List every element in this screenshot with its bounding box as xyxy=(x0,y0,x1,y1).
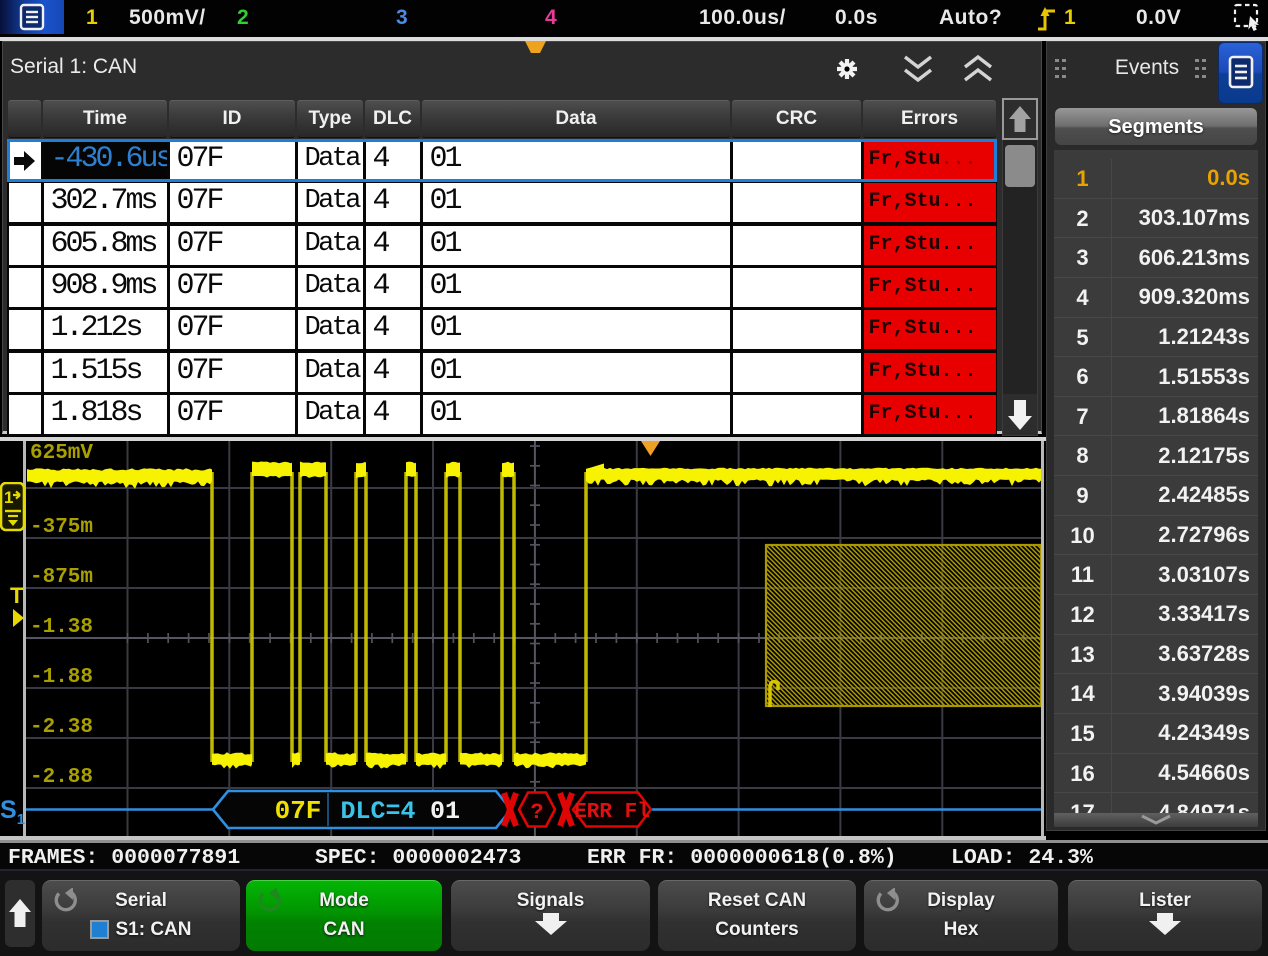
svg-text:DLC=4: DLC=4 xyxy=(340,797,415,826)
svg-text:625mV: 625mV xyxy=(30,442,93,465)
svg-text:-375m: -375m xyxy=(30,516,93,539)
svg-text:1: 1 xyxy=(4,488,13,507)
svg-text:01: 01 xyxy=(430,797,460,826)
svg-text:-2.88: -2.88 xyxy=(30,766,93,789)
svg-text:-1.38: -1.38 xyxy=(30,616,93,639)
svg-text:ERR Fl: ERR Fl xyxy=(574,801,650,824)
svg-text:-1.88: -1.88 xyxy=(30,666,93,689)
svg-text:-2.38: -2.38 xyxy=(30,716,93,739)
svg-text:07F: 07F xyxy=(275,796,322,826)
svg-text:-875m: -875m xyxy=(30,566,93,589)
svg-text:?: ? xyxy=(530,800,543,825)
